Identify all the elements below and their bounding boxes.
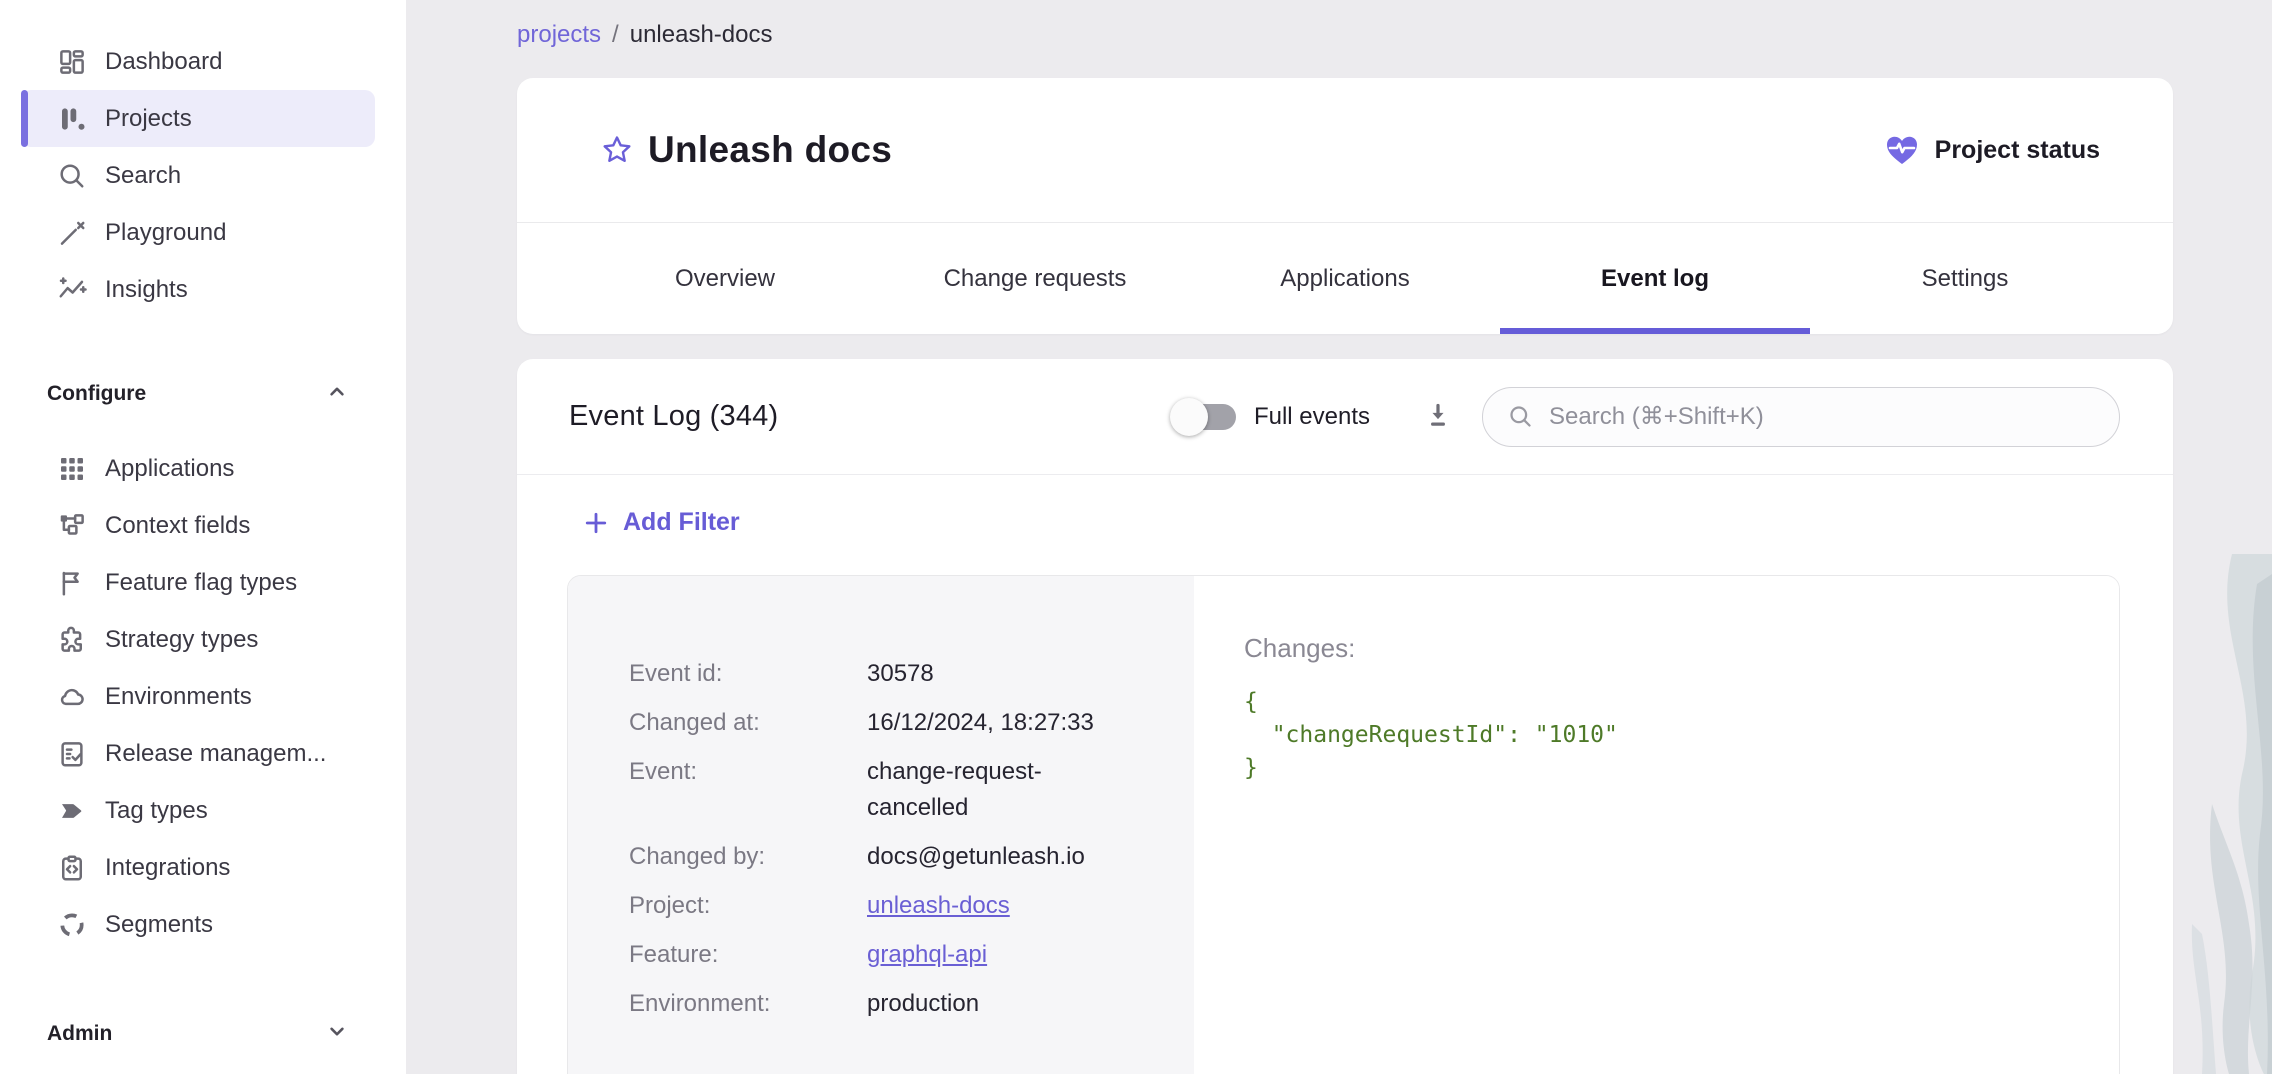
changes-json-code: { "changeRequestId": "1010" } bbox=[1244, 686, 2079, 785]
project-link[interactable]: unleash-docs bbox=[867, 888, 1129, 924]
context-fields-icon bbox=[57, 511, 87, 541]
sidebar-item-insights[interactable]: Insights bbox=[21, 261, 375, 318]
chevron-down-icon bbox=[324, 1018, 350, 1050]
sidebar-item-strategy-types[interactable]: Strategy types bbox=[21, 611, 375, 668]
search-icon bbox=[1507, 403, 1534, 430]
playground-icon bbox=[57, 218, 87, 248]
project-status-button[interactable]: Project status bbox=[1882, 130, 2100, 170]
sidebar-item-search[interactable]: Search bbox=[21, 147, 375, 204]
sidebar-item-label: Environments bbox=[105, 683, 252, 711]
sidebar-item-environments[interactable]: Environments bbox=[21, 668, 375, 725]
heart-pulse-icon bbox=[1882, 130, 1922, 170]
event-detail-row: Feature: graphql-api bbox=[629, 937, 1159, 973]
sidebar-item-label: Projects bbox=[105, 105, 192, 133]
event-detail-row: Project: unleash-docs bbox=[629, 888, 1159, 924]
sidebar-item-release-management[interactable]: Release managem... bbox=[21, 725, 375, 782]
event-detail-row: Changed at: 16/12/2024, 18:27:33 bbox=[629, 705, 1159, 741]
event-log-card: Event Log (344) Full events bbox=[517, 359, 2173, 1074]
sidebar-item-label: Search bbox=[105, 162, 181, 190]
sidebar-configure-items: Applications Context fields bbox=[0, 440, 406, 953]
sidebar-item-applications[interactable]: Applications bbox=[21, 440, 375, 497]
search-icon bbox=[57, 161, 87, 191]
sidebar-item-projects[interactable]: Projects bbox=[21, 90, 375, 147]
search-box bbox=[1482, 387, 2120, 447]
app-window: Dashboard Projects Sea bbox=[0, 0, 2272, 1074]
section-label: Configure bbox=[47, 382, 146, 406]
sidebar-item-label: Integrations bbox=[105, 854, 230, 882]
sidebar-item-label: Feature flag types bbox=[105, 569, 297, 597]
sidebar-item-tag-types[interactable]: Tag types bbox=[21, 782, 375, 839]
sidebar-item-label: Context fields bbox=[105, 512, 250, 540]
event-detail-row: Event: change-request-cancelled bbox=[629, 754, 1159, 826]
sidebar-item-label: Playground bbox=[105, 219, 226, 247]
project-title-row: Unleash docs Project status bbox=[517, 78, 2173, 222]
project-status-label: Project status bbox=[1935, 136, 2100, 165]
sidebar-item-label: Segments bbox=[105, 911, 213, 939]
project-tabs: Overview Change requests Applications Ev… bbox=[517, 222, 2173, 334]
sidebar-item-label: Dashboard bbox=[105, 48, 222, 76]
tab-event-log[interactable]: Event log bbox=[1500, 223, 1810, 334]
sidebar-item-label: Insights bbox=[105, 276, 188, 304]
chevron-up-icon bbox=[324, 378, 350, 410]
sidebar-item-label: Release managem... bbox=[105, 740, 326, 768]
sidebar-item-label: Strategy types bbox=[105, 626, 258, 654]
strategy-types-icon bbox=[57, 625, 87, 655]
section-label: Admin bbox=[47, 1022, 112, 1046]
full-events-label: Full events bbox=[1254, 403, 1370, 431]
favorite-star-icon[interactable] bbox=[600, 133, 634, 167]
event-log-header: Event Log (344) Full events bbox=[517, 359, 2173, 475]
event-detail-row: Environment: production bbox=[629, 986, 1159, 1022]
applications-icon bbox=[57, 454, 87, 484]
sidebar-item-feature-flag-types[interactable]: Feature flag types bbox=[21, 554, 375, 611]
sidebar-section-admin[interactable]: Admin bbox=[0, 1020, 406, 1048]
event-details-panel: Event id: 30578 Changed at: 16/12/2024, … bbox=[568, 576, 1194, 1074]
download-icon[interactable] bbox=[1424, 402, 1452, 432]
tab-settings[interactable]: Settings bbox=[1810, 223, 2120, 334]
feature-link[interactable]: graphql-api bbox=[867, 937, 1129, 973]
toggle-knob bbox=[1170, 398, 1208, 436]
event-changes-panel: Changes: { "changeRequestId": "1010" } bbox=[1194, 576, 2119, 1074]
integrations-icon bbox=[57, 853, 87, 883]
feature-flag-types-icon bbox=[57, 568, 87, 598]
project-header-card: Unleash docs Project status Overview Cha… bbox=[517, 78, 2173, 334]
breadcrumb: projects / unleash-docs bbox=[517, 21, 772, 49]
sidebar: Dashboard Projects Sea bbox=[0, 0, 406, 1074]
page-title: Unleash docs bbox=[648, 129, 892, 171]
tab-applications[interactable]: Applications bbox=[1190, 223, 1500, 334]
event-log-title: Event Log (344) bbox=[569, 400, 778, 433]
changes-label: Changes: bbox=[1244, 633, 2079, 664]
sidebar-item-context-fields[interactable]: Context fields bbox=[21, 497, 375, 554]
sidebar-section-configure[interactable]: Configure bbox=[0, 380, 406, 408]
event-entry-card: Event id: 30578 Changed at: 16/12/2024, … bbox=[567, 575, 2120, 1074]
add-filter-button[interactable]: Add Filter bbox=[582, 508, 740, 537]
sidebar-item-playground[interactable]: Playground bbox=[21, 204, 375, 261]
breadcrumb-separator: / bbox=[612, 21, 619, 49]
release-management-icon bbox=[57, 739, 87, 769]
environments-icon bbox=[57, 682, 87, 712]
segments-icon bbox=[57, 910, 87, 940]
tag-types-icon bbox=[57, 796, 87, 826]
event-detail-row: Changed by: docs@getunleash.io bbox=[629, 839, 1159, 875]
sidebar-item-segments[interactable]: Segments bbox=[21, 896, 375, 953]
breadcrumb-link-projects[interactable]: projects bbox=[517, 21, 601, 49]
projects-icon bbox=[57, 104, 87, 134]
event-detail-row: Event id: 30578 bbox=[629, 656, 1159, 692]
plus-icon bbox=[582, 509, 610, 537]
background-texture bbox=[2172, 554, 2272, 1074]
breadcrumb-current: unleash-docs bbox=[630, 21, 773, 49]
sidebar-main-nav: Dashboard Projects Sea bbox=[0, 0, 406, 318]
sidebar-item-label: Tag types bbox=[105, 797, 208, 825]
main-content: projects / unleash-docs Unleash docs Pro… bbox=[406, 0, 2272, 1074]
sidebar-item-label: Applications bbox=[105, 455, 234, 483]
search-input[interactable] bbox=[1549, 403, 2095, 431]
sidebar-item-dashboard[interactable]: Dashboard bbox=[21, 33, 375, 90]
tab-change-requests[interactable]: Change requests bbox=[880, 223, 1190, 334]
dashboard-icon bbox=[57, 47, 87, 77]
tab-overview[interactable]: Overview bbox=[570, 223, 880, 334]
sidebar-item-integrations[interactable]: Integrations bbox=[21, 839, 375, 896]
full-events-toggle[interactable] bbox=[1176, 397, 1238, 437]
insights-icon bbox=[57, 275, 87, 305]
